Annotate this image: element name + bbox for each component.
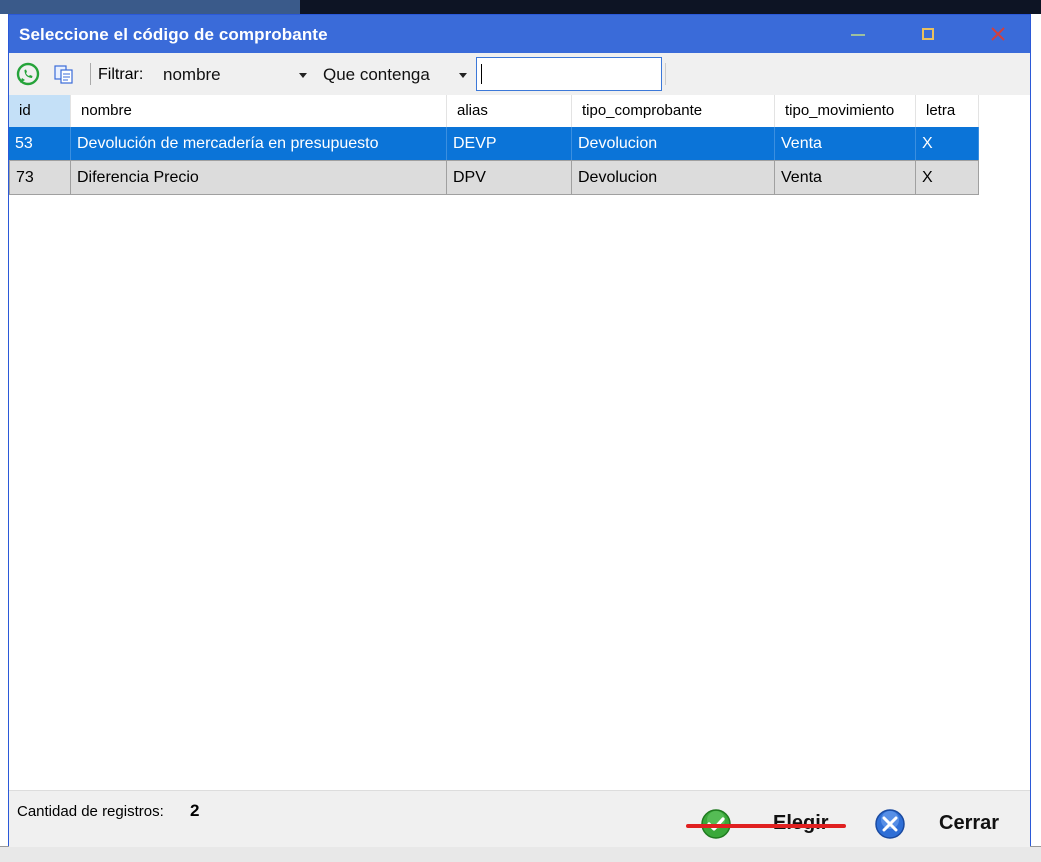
background-app-left-edge: [0, 14, 8, 861]
filter-label: Filtrar:: [98, 66, 144, 83]
cell-alias[interactable]: DPV: [447, 161, 572, 194]
background-app-right-edge: [1031, 14, 1041, 861]
cell-tipo-comprobante[interactable]: Devolucion: [572, 127, 775, 160]
column-header-id[interactable]: id: [9, 95, 71, 127]
minimize-button[interactable]: [835, 15, 881, 53]
filter-field-value: nombre: [163, 65, 221, 84]
cancel-x-icon: [875, 809, 905, 839]
column-header-nombre[interactable]: nombre: [71, 95, 447, 127]
maximize-button[interactable]: [905, 15, 951, 53]
filter-field-dropdown[interactable]: nombre: [157, 61, 313, 89]
cell-nombre[interactable]: Diferencia Precio: [71, 161, 447, 194]
elegir-button[interactable]: Elegir: [697, 805, 857, 841]
toolbar-separator: [665, 63, 666, 85]
background-window-strip: [0, 0, 300, 14]
filter-mode-dropdown[interactable]: Que contenga: [317, 61, 473, 89]
record-count-value: 2: [190, 801, 200, 820]
filter-mode-value: Que contenga: [323, 65, 430, 84]
select-voucher-dialog: Seleccione el código de comprobante Filt…: [8, 14, 1031, 847]
chevron-down-icon: [299, 73, 307, 78]
column-header-tipo-movimiento[interactable]: tipo_movimiento: [775, 95, 916, 127]
copy-icon[interactable]: [51, 61, 77, 87]
cerrar-label: Cerrar: [939, 812, 1000, 834]
text-cursor: [481, 64, 482, 84]
chevron-down-icon: [459, 73, 467, 78]
cell-alias[interactable]: DEVP: [447, 127, 572, 160]
close-window-button[interactable]: [975, 15, 1021, 53]
dialog-titlebar: Seleccione el código de comprobante: [9, 15, 1030, 53]
column-header-alias[interactable]: alias: [447, 95, 572, 127]
cerrar-button[interactable]: Cerrar: [871, 805, 1021, 841]
elegir-highlight-underline: [686, 824, 846, 828]
cell-nombre[interactable]: Devolución de mercadería en presupuesto: [71, 127, 447, 160]
record-count-label: Cantidad de registros:: [17, 803, 164, 820]
cell-tipo-movimiento[interactable]: Venta: [775, 127, 916, 160]
table-row[interactable]: 73 Diferencia Precio DPV Devolucion Vent…: [9, 161, 979, 195]
close-icon: [991, 27, 1005, 41]
cell-id[interactable]: 73: [10, 161, 71, 194]
whatsapp-icon[interactable]: [15, 61, 41, 87]
background-window-strip: [300, 0, 1041, 14]
filter-search-input[interactable]: [476, 57, 662, 91]
dialog-title: Seleccione el código de comprobante: [19, 25, 328, 44]
grid-header-row: id nombre alias tipo_comprobante tipo_mo…: [9, 95, 979, 127]
background-app-bottom-edge: [0, 846, 1041, 862]
cell-tipo-comprobante[interactable]: Devolucion: [572, 161, 775, 194]
cell-letra[interactable]: X: [916, 127, 979, 160]
table-row-selected[interactable]: 53 Devolución de mercadería en presupues…: [9, 127, 979, 161]
filter-toolbar: Filtrar: nombre Que contenga: [9, 53, 1030, 95]
maximize-icon: [922, 28, 934, 40]
column-header-letra[interactable]: letra: [916, 95, 979, 127]
dialog-footer: Cantidad de registros: 2 Elegir Cerrar: [9, 790, 1030, 847]
toolbar-separator: [90, 63, 91, 85]
cell-tipo-movimiento[interactable]: Venta: [775, 161, 916, 194]
column-header-tipo-comprobante[interactable]: tipo_comprobante: [572, 95, 775, 127]
minimize-icon: [851, 34, 865, 36]
cell-id[interactable]: 53: [9, 127, 71, 160]
cell-letra[interactable]: X: [916, 161, 979, 194]
